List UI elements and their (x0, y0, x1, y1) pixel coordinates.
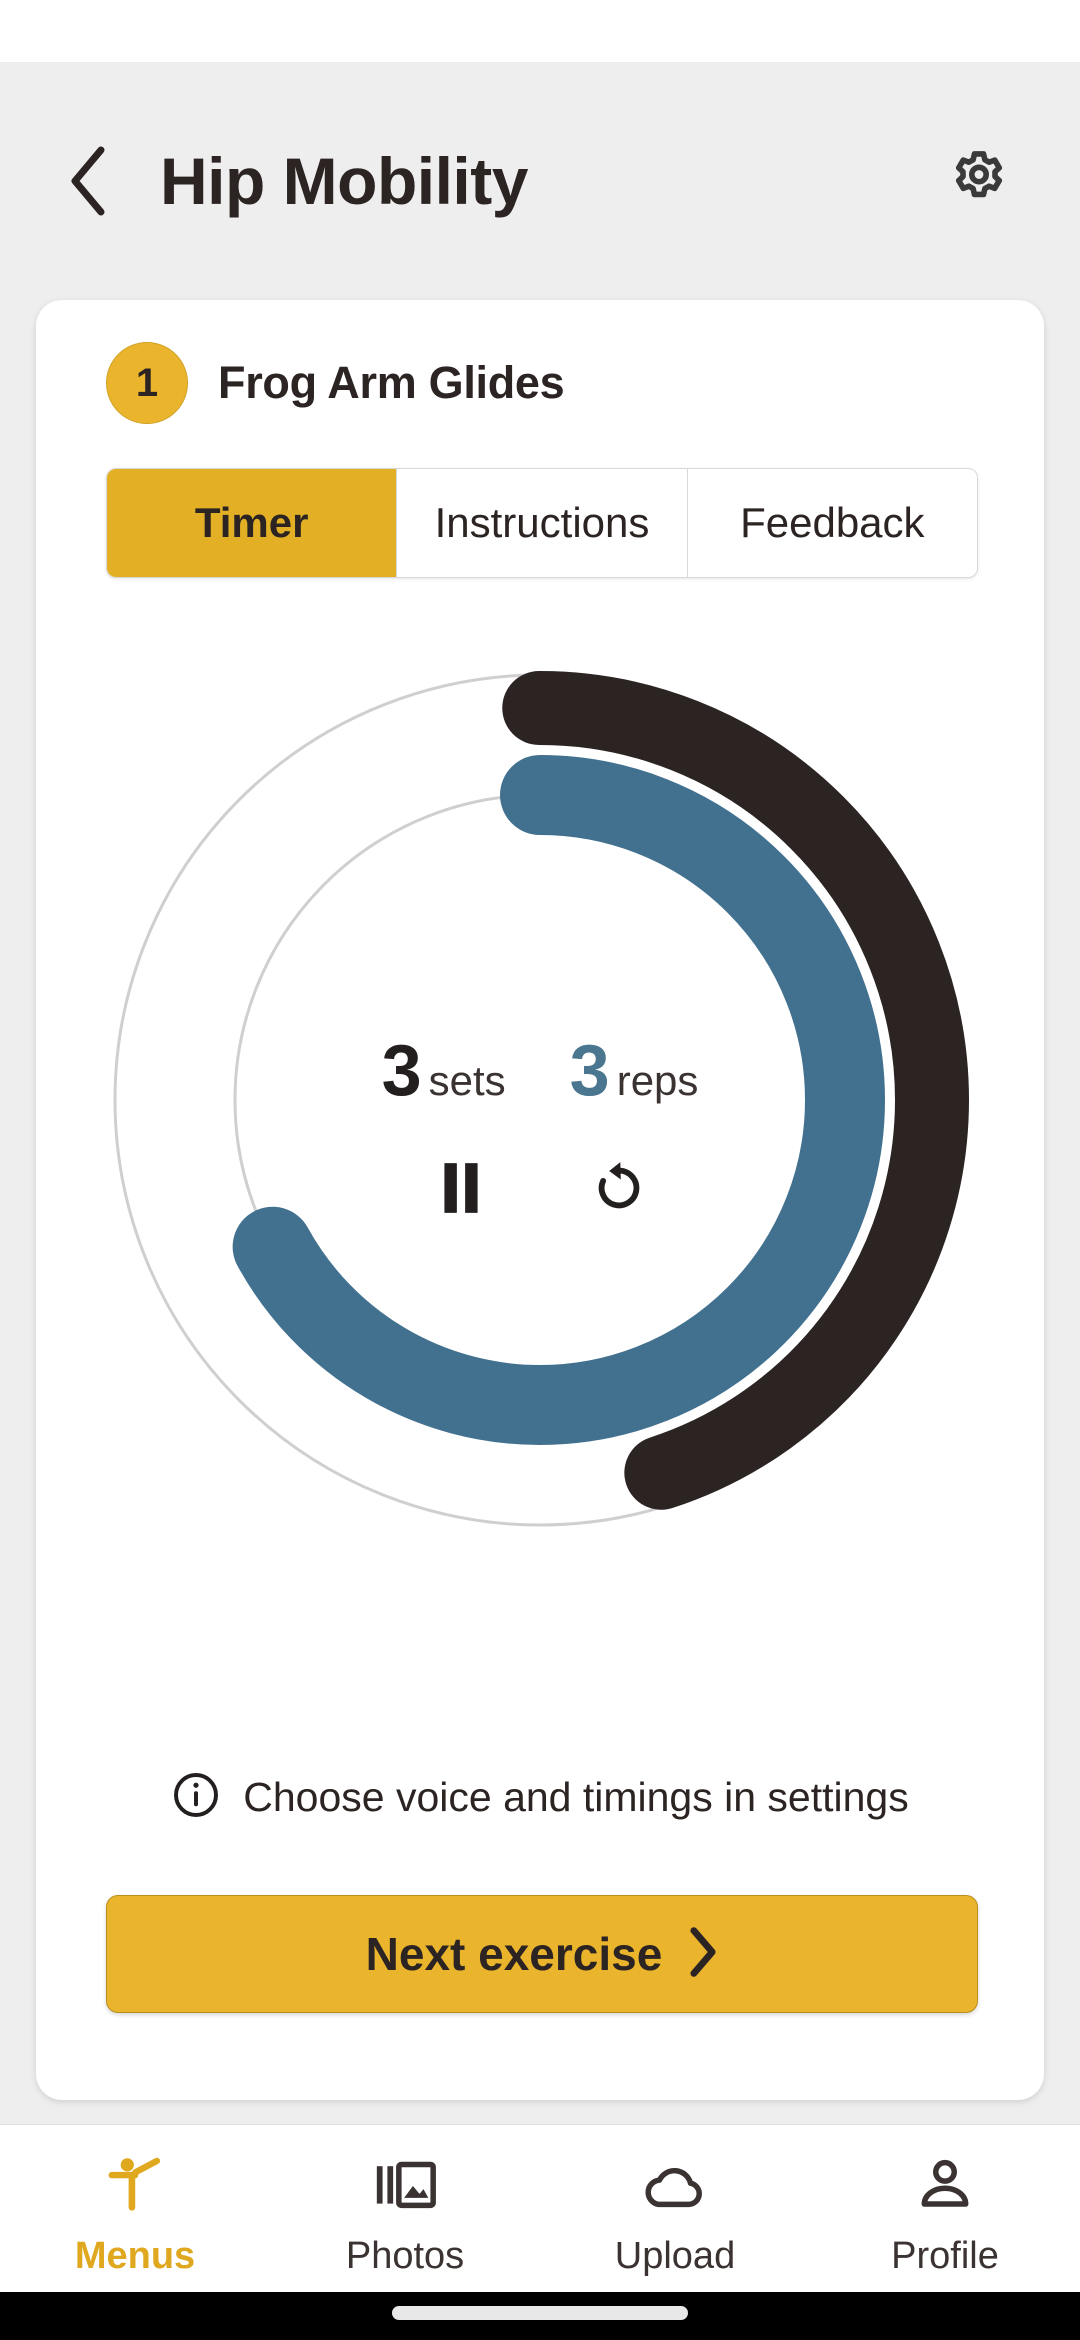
chevron-left-icon (65, 144, 111, 218)
nav-label-profile: Profile (891, 2235, 999, 2277)
bottom-navigation: Menus Photos Upload Profile (0, 2124, 1080, 2292)
info-circle-icon (171, 1770, 221, 1825)
tab-instructions[interactable]: Instructions (397, 469, 688, 577)
exercise-card: 1 Frog Arm Glides Timer Instructions Fee… (36, 300, 1044, 2100)
back-button[interactable] (52, 139, 124, 223)
cloud-icon (640, 2147, 710, 2219)
home-indicator-bar (0, 2292, 1080, 2340)
person-icon (912, 2147, 978, 2219)
nav-item-upload[interactable]: Upload (540, 2125, 810, 2292)
nav-item-menus[interactable]: Menus (0, 2125, 270, 2292)
phone-screen: Hip Mobility 1 Frog Arm Glides Timer Ins… (0, 0, 1080, 2340)
exercise-number-badge: 1 (106, 342, 188, 424)
status-bar (0, 0, 1080, 62)
exercise-name: Frog Arm Glides (218, 357, 565, 408)
gallery-icon (372, 2147, 438, 2219)
tab-feedback[interactable]: Feedback (687, 469, 977, 577)
nav-label-menus: Menus (74, 2235, 196, 2277)
nav-label-photos: Photos (345, 2235, 465, 2277)
settings-button[interactable] (940, 142, 1018, 220)
gear-icon (947, 147, 1011, 216)
next-exercise-button[interactable]: Next exercise (106, 1895, 978, 2013)
app-header: Hip Mobility (0, 62, 1080, 300)
tab-bar: Timer Instructions Feedback (106, 468, 978, 578)
home-indicator[interactable] (392, 2306, 688, 2320)
inner-progress-arc (195, 755, 885, 1445)
tab-timer[interactable]: Timer (107, 469, 398, 577)
settings-hint: Choose voice and timings in settings (36, 1770, 1044, 1825)
timer-ring-graphic (36, 630, 1044, 1630)
hint-text: Choose voice and timings in settings (243, 1774, 909, 1820)
next-exercise-label: Next exercise (365, 1928, 663, 1980)
nav-item-profile[interactable]: Profile (810, 2125, 1080, 2292)
nav-item-photos[interactable]: Photos (270, 2125, 540, 2292)
exercise-header-row: 1 Frog Arm Glides (106, 342, 565, 424)
chevron-right-icon (688, 1926, 718, 1983)
stretching-figure-icon (102, 2147, 168, 2219)
nav-label-upload: Upload (614, 2235, 736, 2277)
page-title: Hip Mobility (160, 144, 528, 218)
